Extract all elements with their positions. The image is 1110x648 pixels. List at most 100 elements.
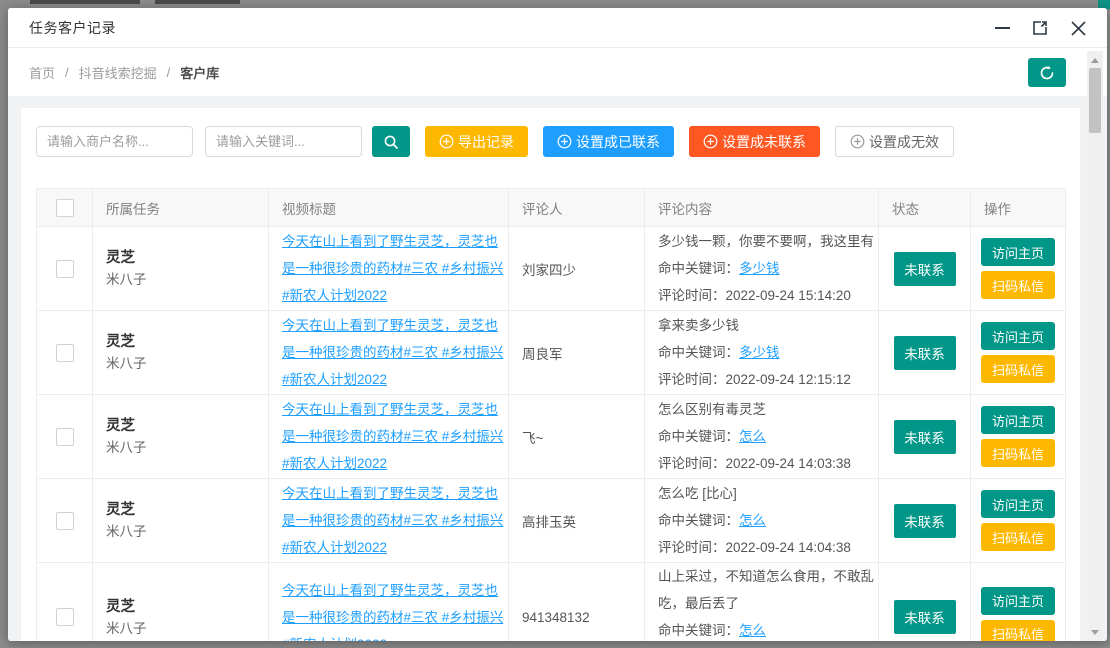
task-name: 灵芝 — [106, 415, 264, 437]
close-button[interactable] — [1065, 15, 1091, 41]
plus-circle-icon — [850, 134, 865, 149]
visit-homepage-button[interactable]: 访问主页 — [981, 322, 1055, 350]
hit-keyword-link[interactable]: 怎么 — [739, 513, 766, 528]
keyword-label: 命中关键词： — [658, 429, 739, 444]
scrollbar-thumb[interactable] — [1089, 68, 1101, 133]
header-comment-content: 评论内容 — [645, 189, 879, 227]
plus-circle-icon — [439, 134, 454, 149]
row-checkbox[interactable] — [56, 260, 74, 278]
task-name: 灵芝 — [106, 247, 264, 269]
scan-dm-button[interactable]: 扫码私信 — [981, 355, 1055, 383]
vertical-scrollbar — [1087, 51, 1103, 641]
select-all-checkbox[interactable] — [56, 199, 74, 217]
breadcrumb: 首页 / 抖音线索挖掘 / 客户库 — [29, 63, 219, 82]
set-invalid-label: 设置成无效 — [869, 132, 939, 152]
task-name: 灵芝 — [106, 596, 264, 618]
visit-homepage-button[interactable]: 访问主页 — [981, 238, 1055, 266]
scan-dm-button[interactable]: 扫码私信 — [981, 439, 1055, 467]
hit-keyword-link[interactable]: 怎么 — [739, 429, 766, 444]
header-status: 状态 — [879, 189, 971, 227]
minimize-button[interactable] — [989, 15, 1015, 41]
refresh-button[interactable] — [1028, 58, 1066, 87]
video-title-link[interactable]: 今天在山上看到了野生灵芝，灵芝也是一种很珍贵的药材#三农 #乡村振兴 #新农人计… — [282, 318, 503, 387]
breadcrumb-separator: / — [65, 65, 69, 80]
scan-dm-button[interactable]: 扫码私信 — [981, 271, 1055, 299]
task-customer-records-dialog: 任务客户记录 首页 / 抖音线索挖掘 / 客户库 — [8, 8, 1107, 641]
header-action: 操作 — [971, 189, 1066, 227]
table-row: 灵芝 米八子 今天在山上看到了野生灵芝，灵芝也是一种很珍贵的药材#三农 #乡村振… — [37, 563, 1066, 642]
task-name: 灵芝 — [106, 331, 264, 353]
filter-toolbar: 导出记录 设置成已联系 设置成未联系 — [36, 126, 954, 157]
video-title-link[interactable]: 今天在山上看到了野生灵芝，灵芝也是一种很珍贵的药材#三农 #乡村振兴 #新农人计… — [282, 583, 503, 642]
keyword-input[interactable] — [205, 126, 362, 157]
row-checkbox[interactable] — [56, 344, 74, 362]
plus-circle-icon — [703, 134, 718, 149]
video-title-link[interactable]: 今天在山上看到了野生灵芝，灵芝也是一种很珍贵的药材#三农 #乡村振兴 #新农人计… — [282, 234, 503, 303]
refresh-icon — [1039, 65, 1055, 81]
keyword-label: 命中关键词： — [658, 513, 739, 528]
dialog-title: 任务客户记录 — [29, 18, 116, 38]
visit-homepage-button[interactable]: 访问主页 — [981, 406, 1055, 434]
set-contacted-button[interactable]: 设置成已联系 — [543, 126, 674, 157]
merchant-name: 米八子 — [106, 353, 264, 374]
commenter-name: 高排玉英 — [522, 515, 576, 530]
keyword-label: 命中关键词： — [658, 261, 739, 276]
keyword-label: 命中关键词： — [658, 623, 739, 638]
scan-dm-button[interactable]: 扫码私信 — [981, 523, 1055, 551]
task-name: 灵芝 — [106, 499, 264, 521]
merchant-name-input[interactable] — [36, 126, 193, 157]
breadcrumb-bar: 首页 / 抖音线索挖掘 / 客户库 — [8, 49, 1107, 96]
scrollbar-down-button[interactable] — [1087, 625, 1103, 639]
comment-text: 多少钱一颗，你要不要啊，我这里有 — [658, 228, 874, 255]
header-commenter: 评论人 — [509, 189, 645, 227]
table-row: 灵芝 米八子 今天在山上看到了野生灵芝，灵芝也是一种很珍贵的药材#三农 #乡村振… — [37, 311, 1066, 395]
export-records-button[interactable]: 导出记录 — [425, 126, 528, 157]
video-title-link[interactable]: 今天在山上看到了野生灵芝，灵芝也是一种很珍贵的药材#三农 #乡村振兴 #新农人计… — [282, 486, 503, 555]
visit-homepage-button[interactable]: 访问主页 — [981, 490, 1055, 518]
time-label: 评论时间： — [658, 540, 726, 555]
time-label: 评论时间： — [658, 288, 726, 303]
commenter-name: 飞~ — [522, 431, 543, 446]
search-icon — [383, 134, 399, 150]
close-icon — [1071, 21, 1086, 36]
status-badge: 未联系 — [894, 336, 956, 370]
comment-text: 山上采过，不知道怎么食用，不敢乱吃，最后丢了 — [658, 563, 874, 617]
merchant-name: 米八子 — [106, 618, 264, 639]
set-uncontacted-button[interactable]: 设置成未联系 — [689, 126, 820, 157]
merchant-name: 米八子 — [106, 269, 264, 290]
row-checkbox[interactable] — [56, 608, 74, 626]
comment-time: 2022-09-24 12:15:12 — [726, 372, 851, 387]
status-badge: 未联系 — [894, 420, 956, 454]
breadcrumb-home[interactable]: 首页 — [29, 63, 55, 82]
row-checkbox[interactable] — [56, 428, 74, 446]
row-checkbox[interactable] — [56, 512, 74, 530]
minimize-icon — [995, 27, 1010, 29]
search-button[interactable] — [372, 126, 410, 157]
hit-keyword-link[interactable]: 多少钱 — [739, 261, 780, 276]
set-invalid-button[interactable]: 设置成无效 — [835, 126, 954, 157]
export-records-label: 导出记录 — [458, 132, 514, 152]
backdrop-text-artifact — [30, 0, 140, 4]
visit-homepage-button[interactable]: 访问主页 — [981, 587, 1055, 615]
dialog-body: 导出记录 设置成已联系 设置成未联系 — [8, 96, 1107, 641]
scrollbar-up-button[interactable] — [1087, 53, 1103, 67]
merchant-name: 米八子 — [106, 437, 264, 458]
customer-records-table: 所属任务 视频标题 评论人 评论内容 状态 操作 灵芝 米八子 今天在山上看到了… — [36, 188, 1066, 641]
status-badge: 未联系 — [894, 600, 956, 634]
video-title-link[interactable]: 今天在山上看到了野生灵芝，灵芝也是一种很珍贵的药材#三农 #乡村振兴 #新农人计… — [282, 402, 503, 471]
breadcrumb-douyin-clues[interactable]: 抖音线索挖掘 — [79, 63, 157, 82]
maximize-button[interactable] — [1027, 15, 1053, 41]
hit-keyword-link[interactable]: 怎么 — [739, 623, 766, 638]
table-row: 灵芝 米八子 今天在山上看到了野生灵芝，灵芝也是一种很珍贵的药材#三农 #乡村振… — [37, 395, 1066, 479]
breadcrumb-current-customer-library: 客户库 — [180, 63, 219, 82]
hit-keyword-link[interactable]: 多少钱 — [739, 345, 780, 360]
comment-time: 2022-09-24 14:03:38 — [726, 456, 851, 471]
commenter-name: 周良军 — [522, 347, 563, 362]
commenter-name: 刘家四少 — [522, 263, 576, 278]
scroll-down-icon — [1091, 630, 1099, 635]
status-badge: 未联系 — [894, 252, 956, 286]
status-badge: 未联系 — [894, 504, 956, 538]
scan-dm-button[interactable]: 扫码私信 — [981, 620, 1055, 642]
comment-text: 怎么吃 [比心] — [658, 480, 874, 507]
comment-time: 2022-09-24 14:04:38 — [726, 540, 851, 555]
